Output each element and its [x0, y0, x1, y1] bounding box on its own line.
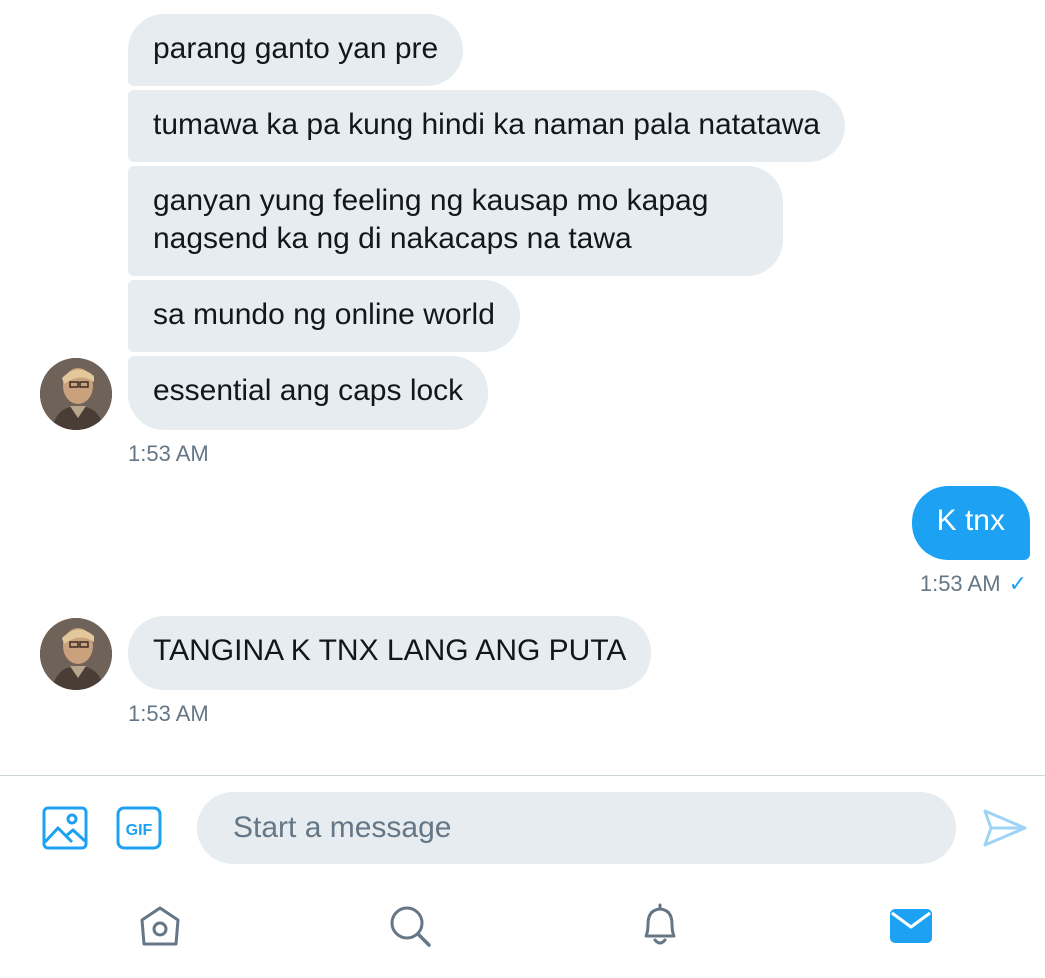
message-input[interactable]: Start a message	[197, 792, 956, 864]
message-bubble: essential ang caps lock	[128, 356, 489, 430]
timestamp: 1:53 AM	[128, 441, 209, 466]
message-bubble: tumawa ka pa kung hindi ka naman pala na…	[128, 90, 846, 162]
gif-icon[interactable]: GIF	[116, 806, 162, 850]
notifications-icon[interactable]	[638, 902, 682, 948]
timestamp-text: 1:53 AM	[919, 571, 1001, 596]
message-bubble: sa mundo ng online world	[128, 280, 520, 352]
avatar[interactable]	[40, 358, 112, 430]
avatar-image	[40, 618, 112, 690]
image-icon[interactable]	[42, 806, 88, 850]
avatar[interactable]	[40, 618, 112, 690]
avatar-image	[40, 358, 112, 430]
message-bubble: ganyan yung feeling ng kausap mo kapag n…	[128, 166, 783, 276]
message-bubble-outgoing: K tnx	[911, 486, 1030, 560]
composer-divider	[0, 775, 1045, 776]
message-bubble: parang ganto yan pre	[128, 14, 464, 86]
message-bubble: TANGINA K TNX LANG ANG PUTA	[128, 616, 652, 690]
messages-icon[interactable]	[888, 906, 934, 946]
svg-text:GIF: GIF	[126, 822, 153, 839]
send-icon[interactable]	[983, 808, 1027, 848]
home-icon[interactable]	[138, 904, 182, 948]
timestamp-outgoing: 1:53 AM ✓	[920, 571, 1027, 597]
checkmark-icon: ✓	[1008, 571, 1027, 596]
search-icon[interactable]	[388, 904, 432, 948]
timestamp: 1:53 AM	[128, 701, 209, 726]
